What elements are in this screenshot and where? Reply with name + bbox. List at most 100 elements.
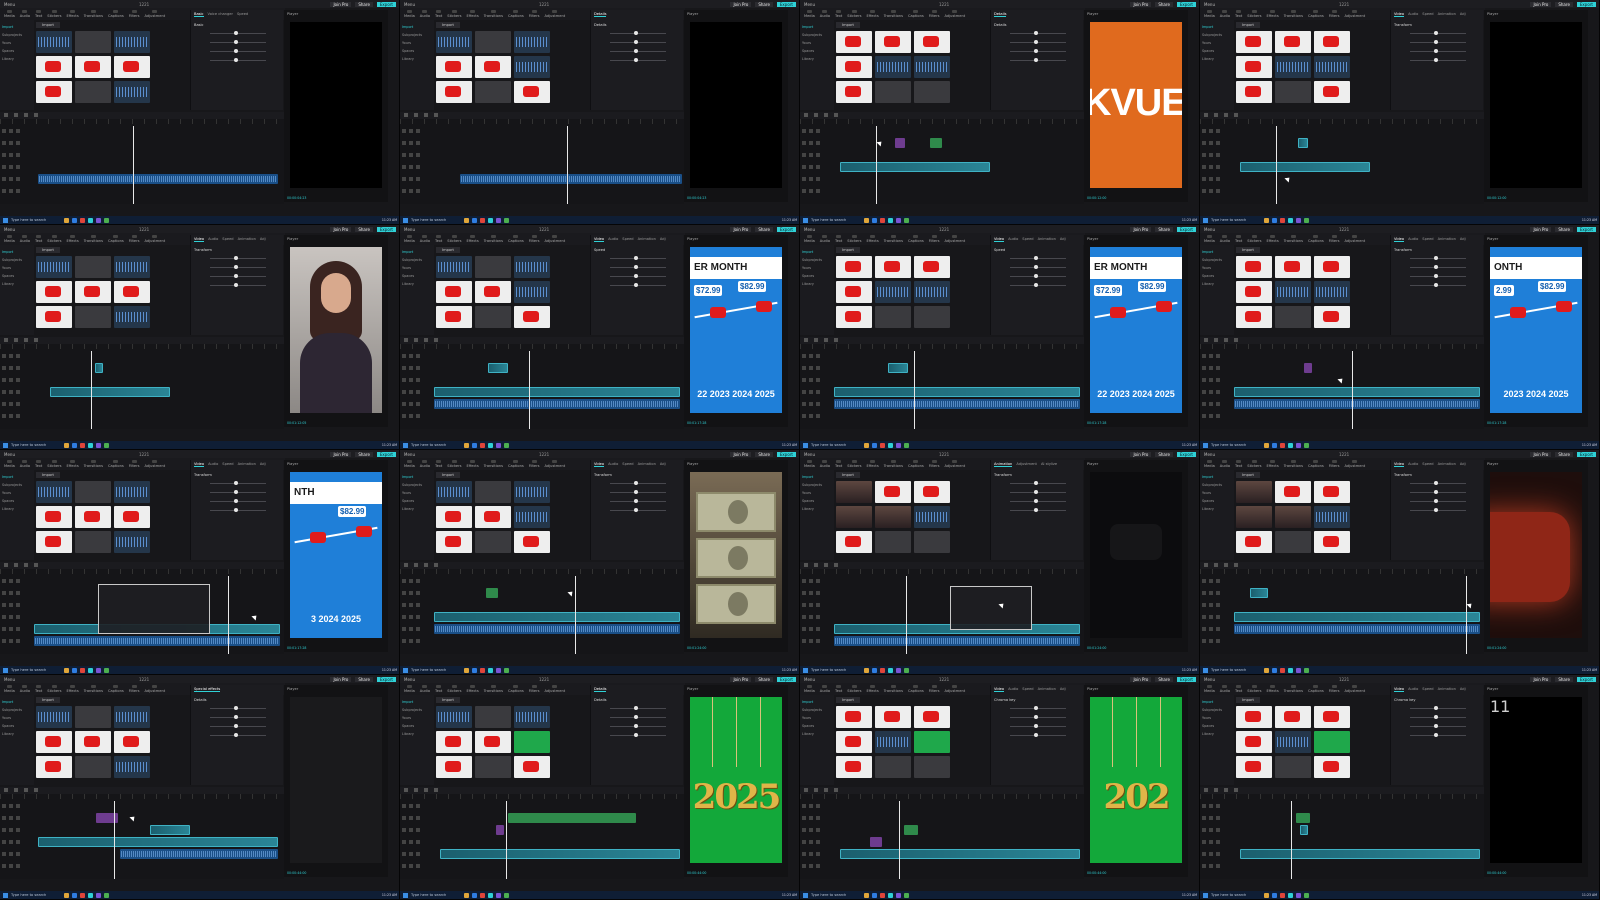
video-clip[interactable] <box>1298 138 1308 148</box>
property-slider[interactable] <box>1394 506 1480 515</box>
preview-screen[interactable] <box>690 22 782 188</box>
panel-tab[interactable]: Speed <box>1422 462 1433 467</box>
preview-screen[interactable]: 202 <box>1090 697 1182 863</box>
edge-icon[interactable] <box>472 217 477 223</box>
property-slider[interactable] <box>994 281 1080 290</box>
media-thumbnail[interactable] <box>75 531 111 553</box>
lock-icon[interactable] <box>1202 153 1206 157</box>
property-slider[interactable] <box>194 704 280 713</box>
property-slider[interactable] <box>994 29 1080 38</box>
panel-tab[interactable]: Audio <box>1408 12 1418 17</box>
app-icon[interactable] <box>896 892 901 898</box>
toolbar-tab-filters[interactable]: Filters <box>129 460 140 468</box>
media-thumbnail[interactable] <box>1314 756 1350 778</box>
split-icon[interactable] <box>24 338 28 342</box>
chrome-icon[interactable] <box>80 667 85 673</box>
eye-icon[interactable] <box>1209 189 1213 193</box>
toolbar-tab-media[interactable]: Media <box>404 10 415 18</box>
toolbar-tab-captions[interactable]: Captions <box>508 235 524 243</box>
sidebar-item-spaces[interactable]: Spaces <box>402 497 432 505</box>
taskbar-search[interactable]: Type here to search <box>1211 668 1261 672</box>
property-slider[interactable] <box>1394 263 1480 272</box>
undo-icon[interactable] <box>4 338 8 342</box>
media-thumbnail[interactable] <box>836 281 872 303</box>
edge-icon[interactable] <box>872 892 877 898</box>
media-thumbnail[interactable] <box>75 56 111 78</box>
share-button[interactable]: Share <box>355 1 373 7</box>
timeline-ruler[interactable] <box>400 569 684 574</box>
speaker-icon[interactable] <box>416 354 420 358</box>
property-slider[interactable] <box>594 38 680 47</box>
media-thumbnail[interactable] <box>1275 506 1311 528</box>
timeline[interactable] <box>400 787 684 879</box>
timeline[interactable] <box>800 562 1084 654</box>
app-icon[interactable] <box>104 667 109 673</box>
speaker-icon[interactable] <box>416 639 420 643</box>
media-thumbnail[interactable] <box>1275 56 1311 78</box>
toolbar-tab-media[interactable]: Media <box>804 10 815 18</box>
property-slider[interactable] <box>1394 254 1480 263</box>
toolbar-tab-effects[interactable]: Effects <box>466 235 479 243</box>
toolbar-tab-filters[interactable]: Filters <box>1329 685 1340 693</box>
lock-icon[interactable] <box>2 828 6 832</box>
text-clip[interactable] <box>895 138 905 148</box>
sidebar-item-spaces[interactable]: Spaces <box>1202 497 1232 505</box>
panel-tab[interactable]: Audio <box>208 237 218 242</box>
toolbar-tab-stickers[interactable]: Stickers <box>847 10 861 18</box>
app-icon[interactable] <box>96 217 101 223</box>
speaker-icon[interactable] <box>1216 591 1220 595</box>
media-thumbnail[interactable] <box>1236 506 1272 528</box>
property-slider[interactable] <box>1394 497 1480 506</box>
property-slider[interactable] <box>1394 38 1480 47</box>
chrome-icon[interactable] <box>880 667 885 673</box>
join-pro-button[interactable]: Join Pro <box>330 676 352 682</box>
eye-icon[interactable] <box>409 615 413 619</box>
timeline-playhead[interactable] <box>567 126 569 204</box>
eye-icon[interactable] <box>809 804 813 808</box>
lock-icon[interactable] <box>802 378 806 382</box>
join-pro-button[interactable]: Join Pro <box>1530 676 1552 682</box>
sidebar-item-subprojects[interactable]: Subprojects <box>402 31 432 39</box>
toolbar-tab-filters[interactable]: Filters <box>529 10 540 18</box>
property-slider[interactable] <box>994 722 1080 731</box>
toolbar-tab-stickers[interactable]: Stickers <box>1247 235 1261 243</box>
property-slider[interactable] <box>594 47 680 56</box>
keyframe-graph-popup[interactable] <box>98 584 210 634</box>
windows-start-icon[interactable] <box>803 217 808 223</box>
media-thumbnail[interactable] <box>836 31 872 53</box>
sidebar-item-yours[interactable]: Yours <box>402 264 432 272</box>
panel-tab[interactable]: Animation <box>1038 687 1056 692</box>
lock-icon[interactable] <box>1202 189 1206 193</box>
panel-tab[interactable]: Video <box>994 237 1005 242</box>
property-slider[interactable] <box>594 272 680 281</box>
media-thumbnail[interactable] <box>914 706 950 728</box>
property-slider[interactable] <box>994 488 1080 497</box>
capcut-icon[interactable] <box>88 667 93 673</box>
toolbar-tab-captions[interactable]: Captions <box>108 235 124 243</box>
property-slider[interactable] <box>994 713 1080 722</box>
toolbar-tab-text[interactable]: Text <box>1235 235 1242 243</box>
speaker-icon[interactable] <box>416 864 420 868</box>
lock-icon[interactable] <box>802 639 806 643</box>
media-thumbnail[interactable] <box>114 256 150 278</box>
sidebar-item-library[interactable]: Library <box>1202 55 1232 63</box>
import-button[interactable]: Import <box>836 247 860 253</box>
capcut-icon[interactable] <box>1288 217 1293 223</box>
property-slider[interactable] <box>1394 56 1480 65</box>
delete-icon[interactable] <box>1234 113 1238 117</box>
menu-button[interactable]: Menu <box>4 452 15 457</box>
media-thumbnail[interactable] <box>875 531 911 553</box>
speaker-icon[interactable] <box>416 615 420 619</box>
speaker-icon[interactable] <box>16 627 20 631</box>
lock-icon[interactable] <box>2 591 6 595</box>
undo-icon[interactable] <box>404 563 408 567</box>
eye-icon[interactable] <box>9 402 13 406</box>
delete-icon[interactable] <box>834 338 838 342</box>
menu-button[interactable]: Menu <box>804 452 815 457</box>
lock-icon[interactable] <box>2 852 6 856</box>
taskbar-search[interactable]: Type here to search <box>411 668 461 672</box>
timeline[interactable] <box>800 787 1084 879</box>
toolbar-tab-effects[interactable]: Effects <box>866 235 879 243</box>
media-thumbnail[interactable] <box>514 256 550 278</box>
property-slider[interactable] <box>194 281 280 290</box>
